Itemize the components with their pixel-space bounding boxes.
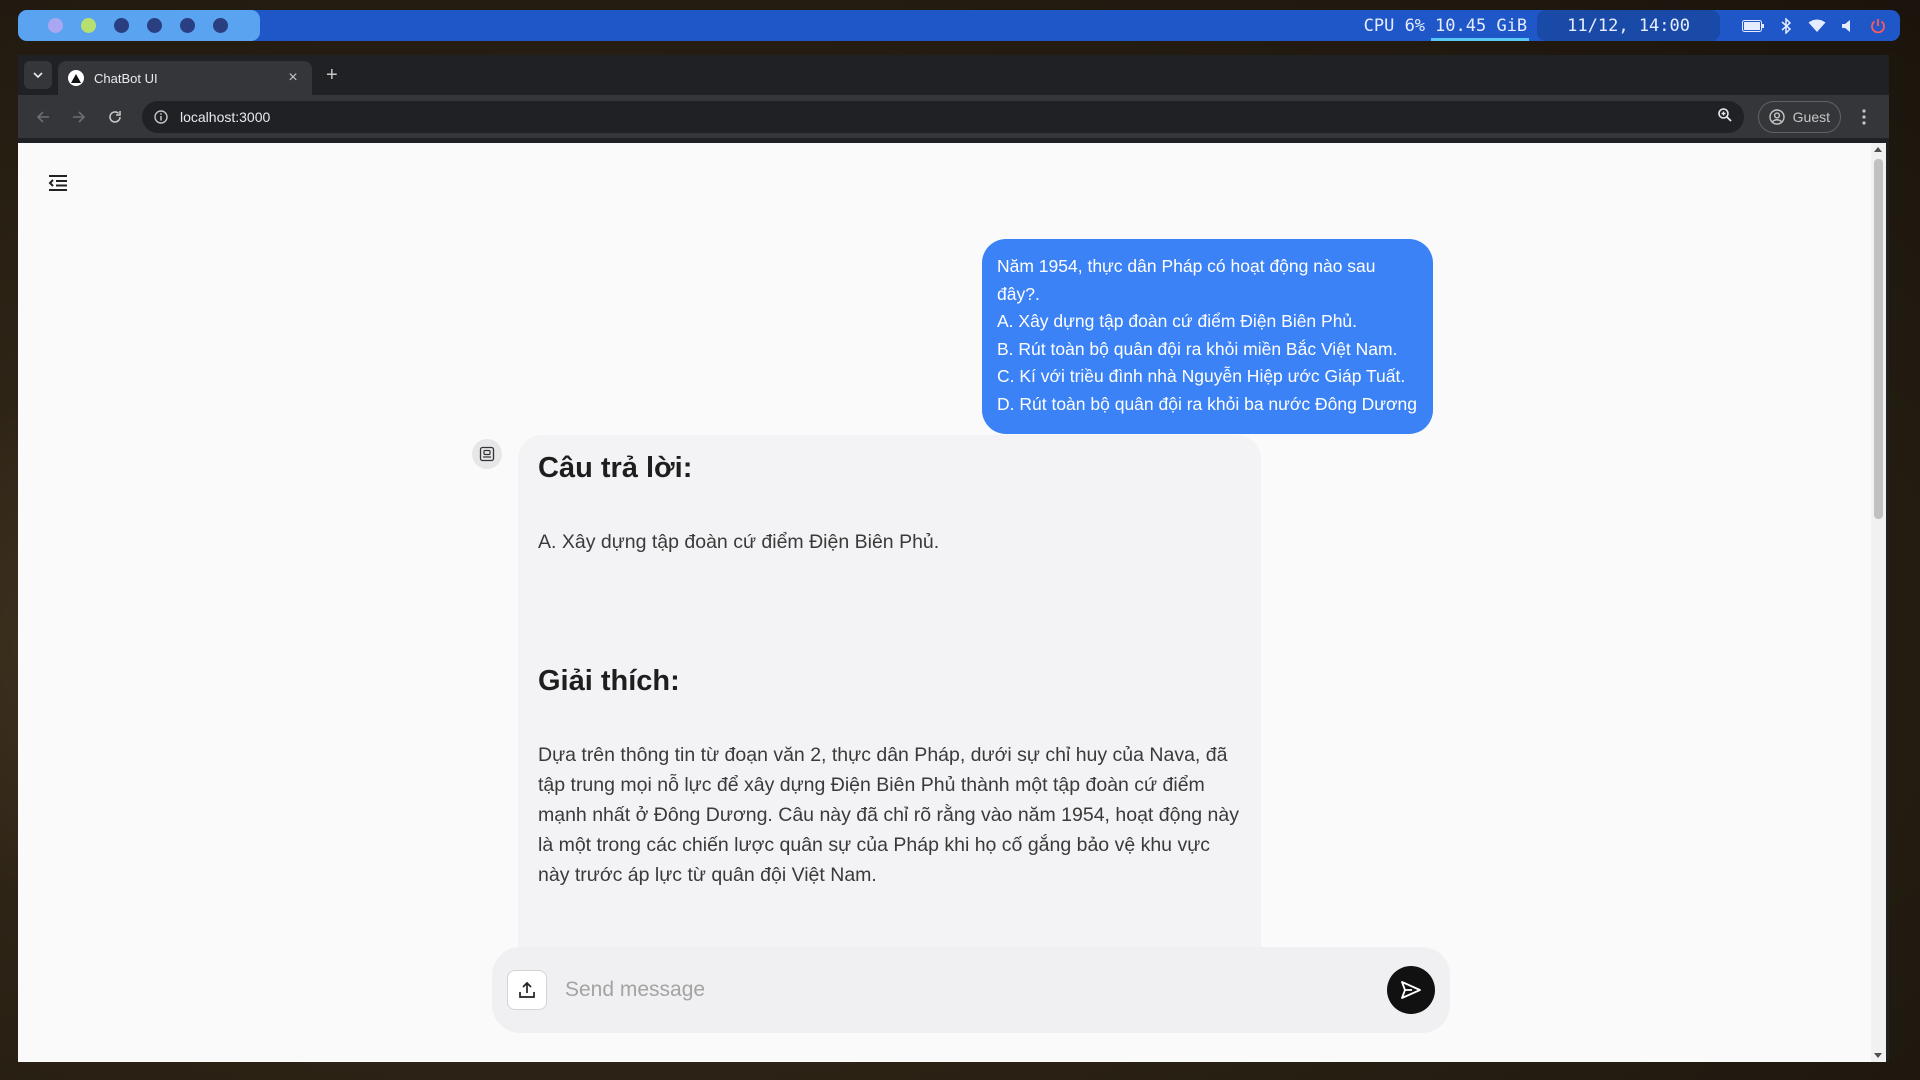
zoom-icon[interactable] (1717, 108, 1732, 125)
upload-icon (519, 981, 535, 998)
browser-window: ChatBot UI × + localhost:3000 Guest Năm … (18, 55, 1889, 1062)
more-vert-icon (1862, 108, 1866, 125)
workspace-3[interactable] (114, 18, 129, 33)
message-composer (492, 947, 1450, 1033)
bot-icon (479, 446, 495, 462)
wifi-icon[interactable] (1808, 19, 1826, 33)
upload-button[interactable] (507, 970, 547, 1010)
send-button[interactable] (1387, 966, 1435, 1014)
workspace-4[interactable] (147, 18, 162, 33)
cpu-usage: CPU 6% (1363, 15, 1426, 36)
forward-arrow-icon (73, 110, 86, 123)
close-tab-icon[interactable]: × (284, 69, 302, 87)
chevron-down-icon (33, 72, 43, 78)
clock[interactable]: 11/12, 14:00 (1537, 10, 1720, 41)
user-message-line: Năm 1954, thực dân Pháp có hoạt động nào… (997, 256, 1376, 304)
answer-heading: Câu trả lời: (538, 452, 693, 484)
menu-collapse-icon (48, 175, 67, 191)
scroll-up-arrow-icon[interactable] (1874, 147, 1882, 152)
message-input[interactable] (565, 970, 1387, 1010)
workspace-indicator (18, 10, 260, 41)
new-tab-button[interactable]: + (326, 64, 338, 87)
explanation-heading: Giải thích: (538, 665, 680, 697)
user-message-line: A. Xây dựng tập đoàn cứ điểm Điện Biên P… (997, 311, 1358, 331)
workspace-5[interactable] (180, 18, 195, 33)
workspace-6[interactable] (213, 18, 228, 33)
scrollbar-thumb[interactable] (1874, 159, 1883, 519)
back-arrow-icon (36, 110, 49, 123)
browser-toolbar: localhost:3000 Guest (18, 95, 1889, 138)
address-bar[interactable]: localhost:3000 (142, 100, 1744, 133)
battery-icon[interactable] (1742, 19, 1764, 32)
page-scrollbar[interactable] (1871, 143, 1886, 1062)
send-icon (1401, 981, 1421, 999)
scroll-down-arrow-icon[interactable] (1874, 1053, 1882, 1058)
tab-chatbot-ui[interactable]: ChatBot UI × (58, 61, 312, 95)
tab-search-button[interactable] (24, 61, 52, 89)
tab-strip: ChatBot UI × + (18, 55, 1889, 95)
reload-button[interactable] (100, 102, 130, 132)
answer-text: A. Xây dựng tập đoàn cứ điểm Điện Biên P… (538, 531, 940, 553)
system-tray (1720, 17, 1900, 34)
explanation-text: Dựa trên thông tin từ đoạn văn 2, thực d… (538, 744, 1239, 886)
browser-menu-button[interactable] (1849, 108, 1879, 125)
sidebar-toggle-button[interactable] (46, 171, 70, 195)
bot-message-bubble: Câu trả lời: A. Xây dựng tập đoàn cứ điể… (518, 435, 1261, 995)
favicon-icon (68, 70, 84, 86)
site-info-icon[interactable] (154, 109, 168, 124)
workspace-1[interactable] (48, 18, 63, 33)
system-top-bar: CPU 6% 10.45 GiB 11/12, 14:00 (18, 10, 1900, 41)
profile-icon (1768, 108, 1785, 125)
chat-page: Năm 1954, thực dân Pháp có hoạt động nào… (18, 143, 1886, 1062)
user-message-line: C. Kí với triều đình nhà Nguyễn Hiệp ước… (997, 366, 1406, 386)
profile-label: Guest (1792, 108, 1830, 125)
workspace-2[interactable] (81, 18, 96, 33)
bot-avatar (472, 439, 502, 469)
forward-button[interactable] (64, 102, 94, 132)
volume-icon[interactable] (1842, 19, 1854, 32)
memory-usage: 10.45 GiB (1431, 15, 1530, 41)
back-button[interactable] (28, 102, 58, 132)
reload-icon (109, 110, 121, 123)
url-text[interactable]: localhost:3000 (180, 109, 1718, 125)
user-message-line: B. Rút toàn bộ quân đội ra khỏi miền Bắc… (997, 338, 1398, 359)
user-message-line: D. Rút toàn bộ quân đội ra khỏi ba nước … (997, 393, 1417, 414)
tab-title: ChatBot UI (94, 70, 158, 86)
bluetooth-icon[interactable] (1780, 17, 1792, 34)
user-message-bubble: Năm 1954, thực dân Pháp có hoạt động nào… (982, 239, 1433, 434)
profile-button[interactable]: Guest (1757, 100, 1841, 133)
power-icon[interactable] (1870, 18, 1886, 34)
